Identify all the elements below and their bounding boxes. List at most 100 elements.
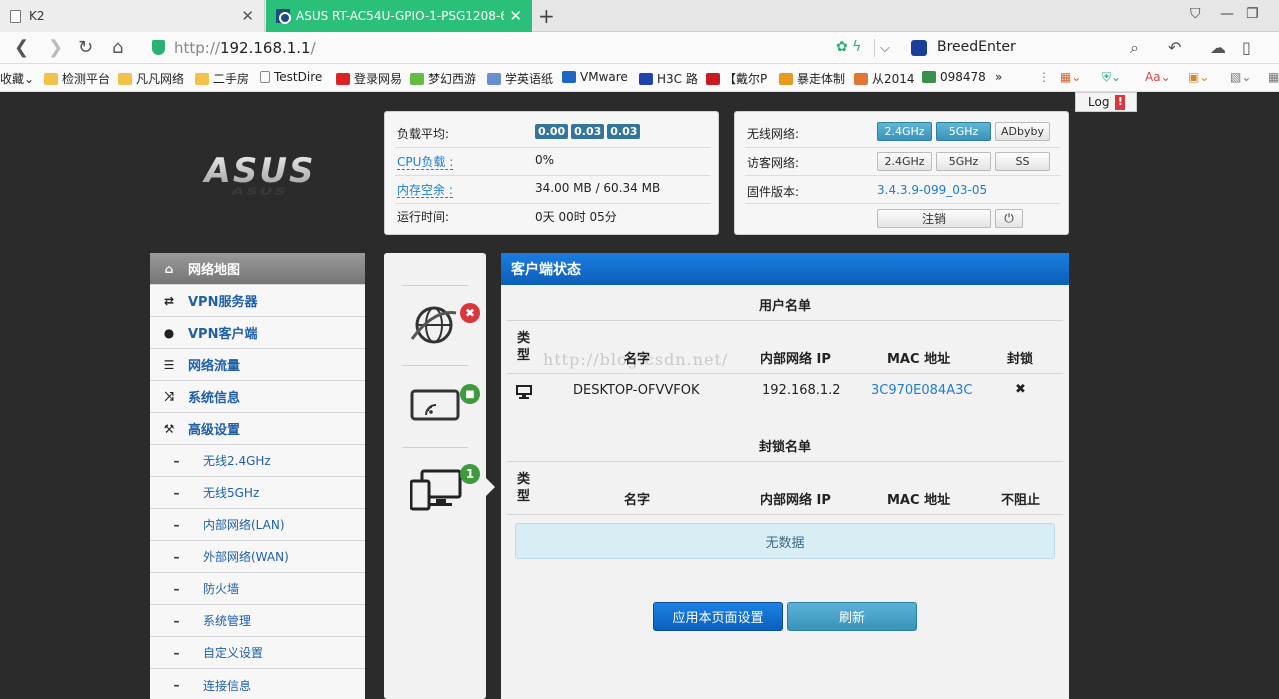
divider <box>402 365 468 366</box>
extension-grid-icon[interactable]: ▦ <box>1268 70 1279 84</box>
guest-label: 访客网络: <box>747 156 800 170</box>
search-icon[interactable]: ⌕ <box>1130 38 1139 58</box>
submenu-firewall[interactable]: – 防火墙 <box>150 573 365 605</box>
internet-globe-icon[interactable] <box>408 299 460 351</box>
menu-label: 网络地图 <box>188 263 241 278</box>
submenu-label: 内部网络(LAN) <box>203 518 285 532</box>
menu-item-system-info[interactable]: ⤨ 系统信息 <box>150 381 365 413</box>
divider <box>745 175 1060 176</box>
ss-button[interactable]: SS <box>995 152 1050 171</box>
reload-icon[interactable]: ↻ <box>78 37 93 58</box>
extension-apps-icon[interactable]: ▦⌄ <box>1060 70 1081 84</box>
menu-item-advanced[interactable]: ⚒ 高级设置 <box>150 413 365 445</box>
bookmark-item[interactable]: 098478 <box>922 70 986 84</box>
guest-5g-button[interactable]: 5GHz <box>936 152 991 171</box>
menu-item-vpn-server[interactable]: ⇄ VPN服务器 <box>150 285 365 317</box>
bookmark-item[interactable]: H3C 路 <box>639 70 698 87</box>
bookmark-item[interactable]: 从2014 <box>854 70 915 87</box>
url-field[interactable]: http://192.168.1.1/ <box>174 39 316 57</box>
chevron-down-icon[interactable]: ⌵ <box>880 41 890 56</box>
firmware-label: 固件版本: <box>747 185 800 199</box>
log-button-label: Log <box>1088 95 1110 109</box>
side-menu: ⌂ 网络地图 ⇄ VPN服务器 ● VPN客户端 ☰ 网络流量 ⤨ 系统信息 ⚒ 高级设置 … <box>150 253 365 699</box>
memory-free-link[interactable]: 内存空余 : <box>397 181 453 198</box>
extension-translate-icon[interactable]: Aa⌄ <box>1145 70 1171 84</box>
tab-k2[interactable]: K2 ✕ <box>0 0 265 32</box>
submenu-lan[interactable]: – 内部网络(LAN) <box>150 509 365 541</box>
svg-text:ASUS: ASUS <box>231 186 289 197</box>
extension-clipboard-icon[interactable]: ▣⌄ <box>1188 70 1209 84</box>
bookmark-item[interactable]: 凡凡网络 <box>118 70 184 87</box>
refresh-button[interactable]: 刷新 <box>787 602 917 631</box>
bookmark-item[interactable]: 梦幻西游 <box>410 70 476 87</box>
submenu-wireless-24[interactable]: – 无线2.4GHz <box>150 445 365 477</box>
guest-2g-button[interactable]: 2.4GHz <box>877 152 932 171</box>
dash-icon: – <box>173 581 180 596</box>
cloud-icon[interactable]: ☁ <box>1210 38 1226 57</box>
wireless-router-icon[interactable] <box>410 387 460 423</box>
cpu-load-link[interactable]: CPU负载 : <box>397 153 454 170</box>
menu-item-traffic[interactable]: ☰ 网络流量 <box>150 349 365 381</box>
search-input[interactable]: BreedEnter <box>937 39 1016 55</box>
svg-text:ASUS: ASUS <box>202 151 316 191</box>
menu-label: 系统信息 <box>188 391 241 406</box>
menu-item-network-map[interactable]: ⌂ 网络地图 <box>150 253 365 285</box>
undo-icon[interactable]: ↶ <box>1168 38 1181 57</box>
submenu-wan[interactable]: – 外部网络(WAN) <box>150 541 365 573</box>
asus-logo: ASUS ASUS <box>202 151 316 197</box>
adbyby-button[interactable]: ADbyby <box>995 122 1050 141</box>
desktop-computer-icon <box>516 385 532 399</box>
back-icon[interactable]: ❮ <box>14 37 29 58</box>
menu-dots-icon[interactable]: ⋮ <box>1038 70 1050 84</box>
close-tab-icon[interactable]: ✕ <box>241 7 254 25</box>
compat-mode-icon[interactable]: ✿ ϟ <box>836 39 861 55</box>
bookmarks-bar: 收藏 ⌄ 检测平台 凡凡网络 二手房 TestDire 登录网易 梦幻西游 学英语… <box>0 64 1279 92</box>
client-mac-link[interactable]: 3C970E084A3C <box>871 383 972 398</box>
menu-label: 网络流量 <box>188 359 241 374</box>
submenu-custom[interactable]: – 自定义设置 <box>150 637 365 669</box>
firmware-version-link[interactable]: 3.4.3.9-099_03-05 <box>877 183 987 197</box>
menu-label: VPN服务器 <box>188 295 258 310</box>
tab-asus-router[interactable]: ASUS RT-AC54U-GPIO-1-PSG1208-6 ✕ <box>266 0 532 32</box>
more-bookmarks-icon[interactable]: » <box>995 70 1002 84</box>
clients-devices-icon[interactable] <box>410 469 462 511</box>
bookmark-item[interactable]: 暴走体制 <box>779 70 845 87</box>
load-5min: 0.03 <box>571 124 605 139</box>
no-data-message: 无数据 <box>515 523 1055 559</box>
bookmark-item[interactable]: 检测平台 <box>44 70 110 87</box>
asus-favicon-icon <box>276 9 291 24</box>
user-list-title: 用户名单 <box>758 299 811 314</box>
wifi-2g-button[interactable]: 2.4GHz <box>877 122 932 141</box>
extension-image-icon[interactable]: ▧⌄ <box>1230 70 1251 84</box>
minimize-icon[interactable]: — <box>1220 6 1234 22</box>
submenu-wireless-5[interactable]: – 无线5GHz <box>150 477 365 509</box>
wrench-icon: ⚒ <box>163 421 175 436</box>
bookmark-item[interactable]: VMware <box>562 70 628 84</box>
forward-icon[interactable]: ❯ <box>48 37 63 58</box>
menu-item-vpn-client[interactable]: ● VPN客户端 <box>150 317 365 349</box>
new-tab-button[interactable]: + <box>538 4 555 28</box>
bookmark-item[interactable]: 登录网易 <box>336 70 402 87</box>
bookmark-item[interactable]: 【戴尔P <box>706 70 767 87</box>
extension-shield-icon[interactable]: ⛨⌄ <box>1102 70 1121 85</box>
bookmark-item[interactable]: TestDire <box>260 70 322 84</box>
submenu-connections[interactable]: – 连接信息 <box>150 669 365 699</box>
power-icon[interactable]: ⏻ <box>995 209 1023 228</box>
apply-settings-button[interactable]: 应用本页面设置 <box>653 602 783 631</box>
wifi-5g-button[interactable]: 5GHz <box>936 122 991 141</box>
submenu-admin[interactable]: – 系统管理 <box>150 605 365 637</box>
bookmark-item[interactable]: 学英语纸 <box>487 70 553 87</box>
bookmark-favorites[interactable]: 收藏 ⌄ <box>0 70 34 87</box>
dash-icon: – <box>173 517 180 532</box>
maximize-icon[interactable]: ❐ <box>1246 6 1259 22</box>
security-shield-icon <box>152 40 165 55</box>
log-button[interactable]: Log ! <box>1075 92 1137 112</box>
shirt-skin-icon[interactable]: ⛉ <box>1190 6 1201 22</box>
home-icon[interactable]: ⌂ <box>112 37 123 58</box>
phone-icon[interactable]: ▯ <box>1242 38 1251 57</box>
logout-button[interactable]: 注销 <box>877 209 991 228</box>
block-client-icon[interactable]: ✖ <box>1015 382 1026 397</box>
bookmark-item[interactable]: 二手房 <box>195 70 249 87</box>
selection-arrow <box>486 478 495 496</box>
close-tab-icon[interactable]: ✕ <box>509 7 522 25</box>
